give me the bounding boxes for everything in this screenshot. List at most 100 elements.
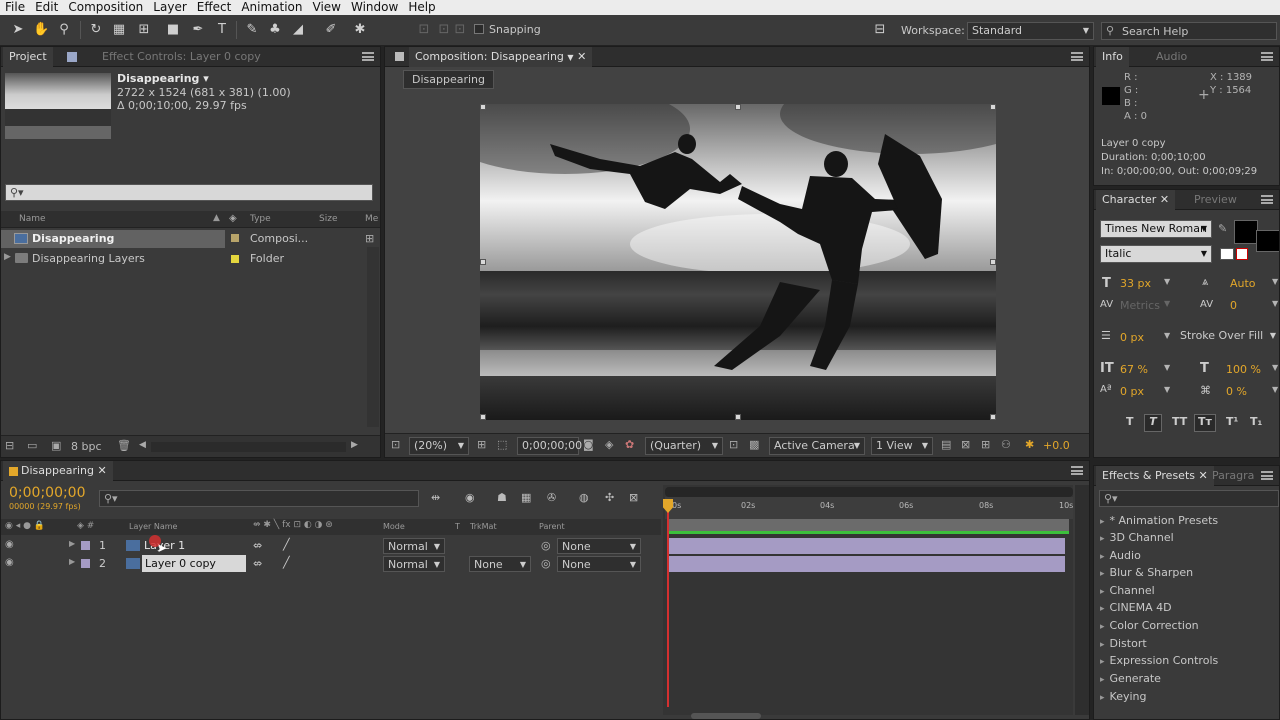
color-channels-icon[interactable]: ✿ <box>625 438 634 451</box>
pick-whip-icon[interactable]: ◎ <box>541 539 551 552</box>
project-row-name[interactable]: Disappearing Layers <box>32 252 145 265</box>
menu-help[interactable]: Help <box>403 0 440 15</box>
brush-tool-icon[interactable]: ✎ <box>244 22 260 38</box>
pen-tool-icon[interactable]: ✒ <box>190 22 206 38</box>
col-size[interactable]: Size <box>319 214 337 224</box>
rotation-tool-icon[interactable]: ↻ <box>88 22 104 38</box>
fast-previews-icon[interactable]: ⊠ <box>961 438 970 451</box>
tab-effect-controls[interactable]: Effect Controls: Layer 0 copy <box>96 47 267 67</box>
flowchart-icon[interactable]: ⊞ <box>365 232 374 245</box>
magnification-select[interactable]: (20%) ▼ <box>409 437 469 455</box>
label-color-swatch[interactable] <box>231 234 239 242</box>
timeline-layer-row[interactable]: ◉ ▶ 1 Layer 1 ➤ ⇎ ╱ Normal ▼ ◎ None ▼ <box>1 535 661 555</box>
project-item-title[interactable]: Disappearing ▾ <box>117 72 209 85</box>
menu-view[interactable]: View <box>308 0 346 15</box>
pick-whip-icon[interactable]: ◎ <box>541 557 551 570</box>
expand-arrow-icon[interactable]: ▶ <box>69 539 75 548</box>
close-icon[interactable]: ✕ <box>577 50 586 63</box>
stroke-width-value[interactable]: 0 px <box>1120 331 1144 344</box>
kerning-value[interactable]: Metrics <box>1120 299 1160 312</box>
show-snapshot-icon[interactable]: ◈ <box>605 438 613 451</box>
effects-category[interactable]: Generate <box>1100 672 1161 685</box>
timeline-layer-row[interactable]: ◉ ▶ 2 Layer 0 copy ⇎ ╱ Normal ▼ None ▼ ◎ N… <box>1 555 661 573</box>
panel-menu-icon[interactable] <box>1261 52 1273 61</box>
camera-tool-icon[interactable]: ▦ <box>111 22 127 38</box>
puppet-tool-icon[interactable]: ✱ <box>352 22 368 38</box>
axis-world-icon[interactable]: ⊡ <box>436 22 452 38</box>
effects-category[interactable]: Keying <box>1100 690 1147 703</box>
no-color-swatch[interactable] <box>1236 248 1248 260</box>
composition-viewer-image[interactable] <box>480 104 996 420</box>
timeline-scrollbar[interactable] <box>1075 485 1089 715</box>
lock-icon[interactable] <box>395 52 404 61</box>
time-navigator[interactable] <box>665 487 1073 497</box>
transparency-grid-icon[interactable]: ▩ <box>749 438 759 451</box>
axis-local-icon[interactable]: ⊡ <box>416 22 432 38</box>
blend-mode-select[interactable]: Normal ▼ <box>383 556 445 572</box>
tab-effects-presets[interactable]: Effects & Presets ✕ <box>1096 466 1214 486</box>
stroke-mode-select[interactable]: Stroke Over Fill ▼ <box>1176 328 1279 346</box>
chevron-down-icon[interactable]: ▼ <box>1272 385 1278 394</box>
project-row-name[interactable]: Disappearing <box>32 232 114 245</box>
subscript-icon[interactable]: T₁ <box>1250 415 1262 428</box>
faux-bold-icon[interactable]: T <box>1126 415 1134 428</box>
horizontal-scale-value[interactable]: 100 % <box>1226 363 1261 376</box>
draft-3d-icon[interactable]: ☗ <box>497 491 507 504</box>
col-layer-name[interactable]: Layer Name <box>129 522 177 531</box>
pan-behind-tool-icon[interactable]: ⊞ <box>136 22 152 38</box>
col-name[interactable]: Name <box>19 214 46 224</box>
blend-mode-select[interactable]: Normal ▼ <box>383 538 445 554</box>
col-parent[interactable]: Parent <box>539 522 565 531</box>
col-media[interactable]: Me <box>365 214 378 224</box>
timeline-icon[interactable]: ⊞ <box>981 438 990 451</box>
effects-category[interactable]: Channel <box>1100 584 1155 597</box>
layer-duration-bar[interactable] <box>669 556 1065 572</box>
new-folder-icon[interactable]: ▭ <box>27 439 37 452</box>
menu-edit[interactable]: Edit <box>30 0 63 15</box>
composition-breadcrumb[interactable]: Disappearing <box>403 70 495 89</box>
effects-category[interactable]: CINEMA 4D <box>1100 601 1172 614</box>
comp-mini-flowchart-icon[interactable]: ⇹ <box>431 491 440 504</box>
parent-select[interactable]: None ▼ <box>557 538 641 554</box>
col-type[interactable]: Type <box>250 214 271 224</box>
layer-duration-bar[interactable] <box>669 538 1065 554</box>
scroll-left-icon[interactable]: ◀ <box>139 440 146 450</box>
expand-arrow-icon[interactable]: ▶ <box>4 252 11 262</box>
motion-blur-icon[interactable]: ◍ <box>579 491 589 504</box>
vertical-scale-value[interactable]: 67 % <box>1120 363 1148 376</box>
tab-composition[interactable]: Composition: Disappearing ▼ ✕ <box>409 47 593 67</box>
chevron-down-icon[interactable]: ▼ <box>1164 363 1170 372</box>
view-layout-select[interactable]: 1 View ▼ <box>871 437 933 455</box>
snapping-checkbox[interactable] <box>474 24 484 34</box>
chevron-down-icon[interactable]: ▼ <box>1272 277 1278 286</box>
white-swatch[interactable] <box>1220 248 1234 260</box>
current-time-field[interactable]: 0;00;00;00 <box>517 437 582 455</box>
tab-audio[interactable]: Audio <box>1150 47 1193 67</box>
fill-color-swatch[interactable] <box>1234 220 1258 244</box>
snapshot-icon[interactable]: ◙ <box>583 438 594 451</box>
eyedropper-icon[interactable]: ✎ <box>1218 222 1227 235</box>
scroll-right-icon[interactable]: ▶ <box>351 440 358 450</box>
current-time-indicator[interactable] <box>667 501 669 707</box>
track-matte-select[interactable]: None ▼ <box>469 556 531 572</box>
tab-info[interactable]: Info <box>1096 47 1129 67</box>
flowchart-icon[interactable]: ⚇ <box>1001 438 1011 451</box>
chevron-down-icon[interactable]: ▼ <box>1164 277 1170 286</box>
label-color-swatch[interactable] <box>81 559 90 568</box>
panel-menu-icon[interactable] <box>362 52 374 61</box>
chevron-down-icon[interactable]: ▼ <box>1164 331 1170 340</box>
axis-view-icon[interactable]: ⊡ <box>452 22 468 38</box>
close-icon[interactable]: ✕ <box>98 464 107 477</box>
font-family-select[interactable]: Times New Roman ▼ <box>1100 220 1212 238</box>
interpret-footage-icon[interactable]: ⊟ <box>5 439 14 452</box>
eye-icon[interactable]: ◉ <box>5 557 14 568</box>
search-help-field[interactable]: ⚲ Search Help <box>1101 22 1277 40</box>
baseline-shift-value[interactable]: 0 px <box>1120 385 1144 398</box>
eye-icon[interactable]: ◉ <box>5 539 14 550</box>
timeline-current-time[interactable]: 0;00;00;00 <box>9 485 86 501</box>
shy-switch-icon[interactable]: ⇎ <box>253 557 262 570</box>
quality-switch-icon[interactable]: ╱ <box>283 538 290 551</box>
shy-switch-icon[interactable]: ⇎ <box>253 539 262 552</box>
label-color-swatch[interactable] <box>231 255 239 263</box>
rectangle-tool-icon[interactable]: ■ <box>165 22 181 38</box>
